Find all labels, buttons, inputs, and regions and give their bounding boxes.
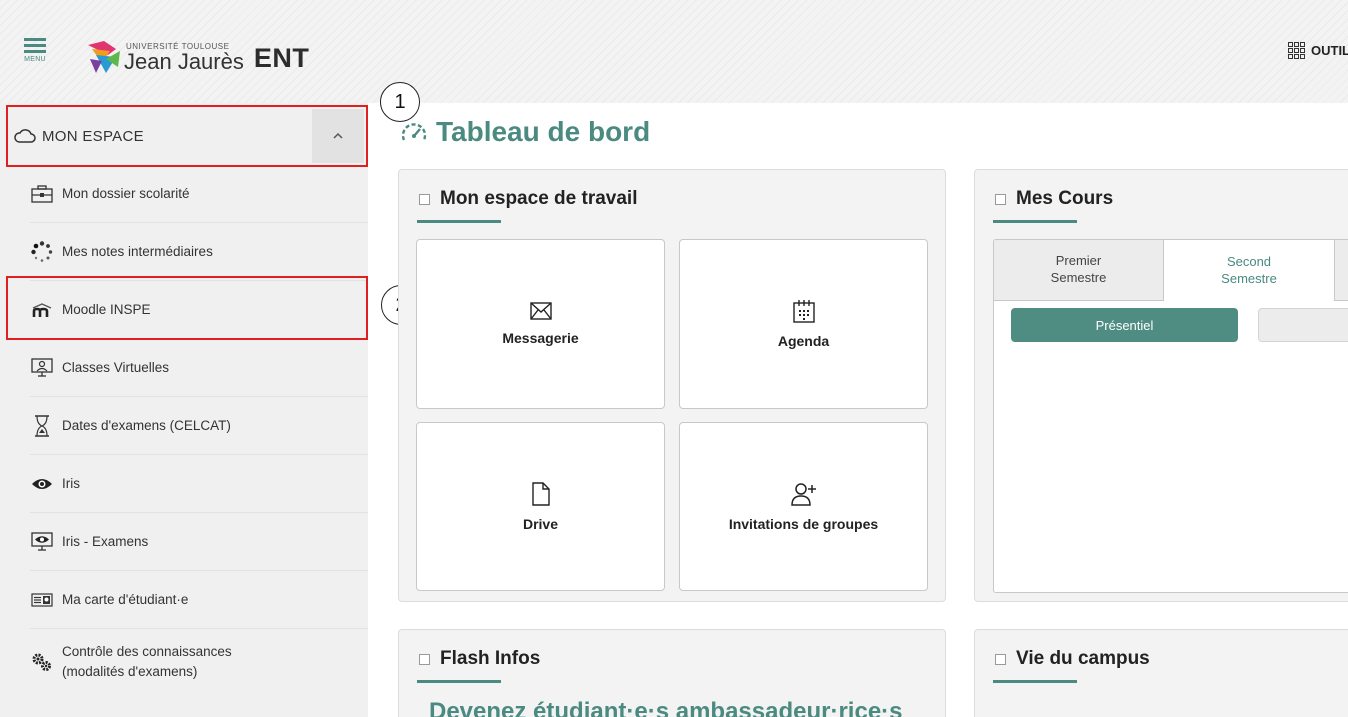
tab-label-line2: Semestre (1050, 270, 1107, 285)
cours-card: Mes Cours Premier Semestre Second Semest… (974, 169, 1348, 602)
title-underline (993, 680, 1077, 683)
sidebar-item-label: Contrôle des connaissances (62, 644, 232, 660)
flash-title-text: Flash Infos (440, 648, 541, 669)
square-icon (419, 193, 430, 205)
moodle-highlight-box (6, 276, 368, 340)
sidebar-item-sublabel: (modalités d'examens) (62, 664, 198, 679)
university-logo[interactable]: UNIVERSITÉ TOULOUSE Jean Jaurès ENT (86, 36, 309, 80)
title-underline (993, 220, 1077, 223)
cours-card-title: Mes Cours (995, 188, 1113, 210)
ent-title: ENT (253, 42, 310, 73)
flash-infos-card: Flash Infos Devenez étudiant·e·s ambassa… (398, 629, 946, 717)
tile-messagerie[interactable]: Messagerie (416, 239, 665, 409)
logo-mark-icon (88, 41, 120, 73)
tile-invitations-groupes[interactable]: Invitations de groupes (679, 422, 928, 591)
title-underline (417, 220, 501, 223)
tab-second-semestre[interactable]: Second Semestre (1164, 240, 1334, 301)
tile-label: Invitations de groupes (728, 515, 879, 532)
sidebar: MON ESPACE Mon dossier scolarité Mes not… (0, 103, 368, 717)
flash-headline-link[interactable]: Devenez étudiant·e·s ambassadeur·rice·s (429, 698, 903, 717)
mon-espace-label: MON ESPACE (42, 127, 144, 145)
cours-panel: Premier Semestre Second Semestre Présent… (993, 239, 1348, 593)
sidebar-item-carte-etudiant[interactable]: Ma carte d'étudiant·e (30, 571, 368, 629)
user-plus-icon (790, 482, 816, 506)
tile-drive[interactable]: Drive (416, 422, 665, 591)
sidebar-item-iris-examens[interactable]: Iris - Examens (30, 513, 368, 571)
sidebar-item-label: Iris - Examens (62, 534, 149, 549)
page-title-text: Tableau de bord (436, 116, 651, 147)
monitor-eye-icon (30, 531, 54, 552)
presentiel-button[interactable]: Présentiel (1011, 308, 1238, 342)
gauge-icon (401, 123, 427, 141)
cloud-icon (14, 129, 36, 143)
collapse-button[interactable] (312, 109, 364, 163)
second-filter-button[interactable] (1258, 308, 1348, 342)
sidebar-item-dossier-scolarite[interactable]: Mon dossier scolarité (30, 165, 368, 223)
outils-label: OUTILS (1311, 43, 1348, 58)
sidebar-item-label: Classes Virtuelles (62, 360, 170, 375)
campus-card-title: Vie du campus (995, 648, 1150, 670)
top-header: MENU UNIVERSITÉ TOULOUSE Jean Jaurès ENT… (0, 0, 1348, 103)
logo-name-text: Jean Jaurès (124, 49, 244, 74)
menu-button[interactable]: MENU (20, 38, 50, 78)
id-card-icon (30, 592, 54, 607)
tab-label-line1: Premier (1055, 253, 1102, 269)
title-underline (417, 680, 501, 683)
sidebar-item-label: Mon dossier scolarité (62, 186, 190, 201)
monitor-user-icon (30, 357, 54, 378)
envelope-icon (529, 302, 552, 320)
tile-label: Agenda (777, 333, 830, 349)
hamburger-icon (20, 38, 50, 53)
sidebar-item-notes-intermediaires[interactable]: Mes notes intermédiaires (30, 223, 368, 281)
hourglass-icon (30, 414, 54, 437)
workspace-title-text: Mon espace de travail (440, 188, 638, 209)
apps-grid-icon (1288, 42, 1305, 59)
outils-button[interactable]: OUTILS (1288, 42, 1348, 59)
sidebar-item-controle-connaissances[interactable]: Contrôle des connaissances (modalités d'… (30, 629, 368, 695)
tile-label: Messagerie (502, 330, 579, 346)
chevron-up-icon (333, 132, 343, 139)
square-icon (419, 653, 430, 665)
sidebar-item-label: Dates d'examens (CELCAT) (62, 418, 231, 433)
sidebar-item-dates-examens[interactable]: Dates d'examens (CELCAT) (30, 397, 368, 455)
briefcase-icon (30, 184, 54, 203)
menu-label: MENU (24, 56, 46, 63)
page-title: Tableau de bord (400, 116, 650, 148)
tile-agenda[interactable]: Agenda (679, 239, 928, 409)
tile-label: Drive (522, 515, 559, 532)
workspace-card-title: Mon espace de travail (419, 188, 637, 210)
tab-premier-semestre[interactable]: Premier Semestre (994, 240, 1164, 301)
mon-espace-section-toggle[interactable]: MON ESPACE (6, 105, 368, 167)
sidebar-item-label: Mes notes intermédiaires (62, 244, 213, 259)
sidebar-item-label: Iris (62, 476, 80, 491)
vie-campus-card: Vie du campus (974, 629, 1348, 717)
campus-title-text: Vie du campus (1016, 648, 1150, 669)
tab-label-line1: Second (1226, 253, 1272, 269)
flash-card-title: Flash Infos (419, 648, 540, 670)
sidebar-item-classes-virtuelles[interactable]: Classes Virtuelles (30, 339, 368, 397)
sidebar-item-iris[interactable]: Iris (30, 455, 368, 513)
square-icon (995, 653, 1006, 665)
tab-label-line2: Semestre (1221, 270, 1277, 286)
tab-third[interactable] (1334, 240, 1348, 301)
workspace-card: Mon espace de travail Messagerie Agenda … (398, 169, 946, 602)
file-icon (531, 481, 550, 506)
gears-icon (30, 651, 54, 673)
square-icon (995, 193, 1006, 205)
spinner-icon (30, 240, 54, 263)
eye-icon (30, 477, 54, 491)
cours-title-text: Mes Cours (1016, 188, 1114, 209)
sidebar-item-label: Ma carte d'étudiant·e (62, 592, 189, 607)
calendar-icon (792, 300, 815, 323)
